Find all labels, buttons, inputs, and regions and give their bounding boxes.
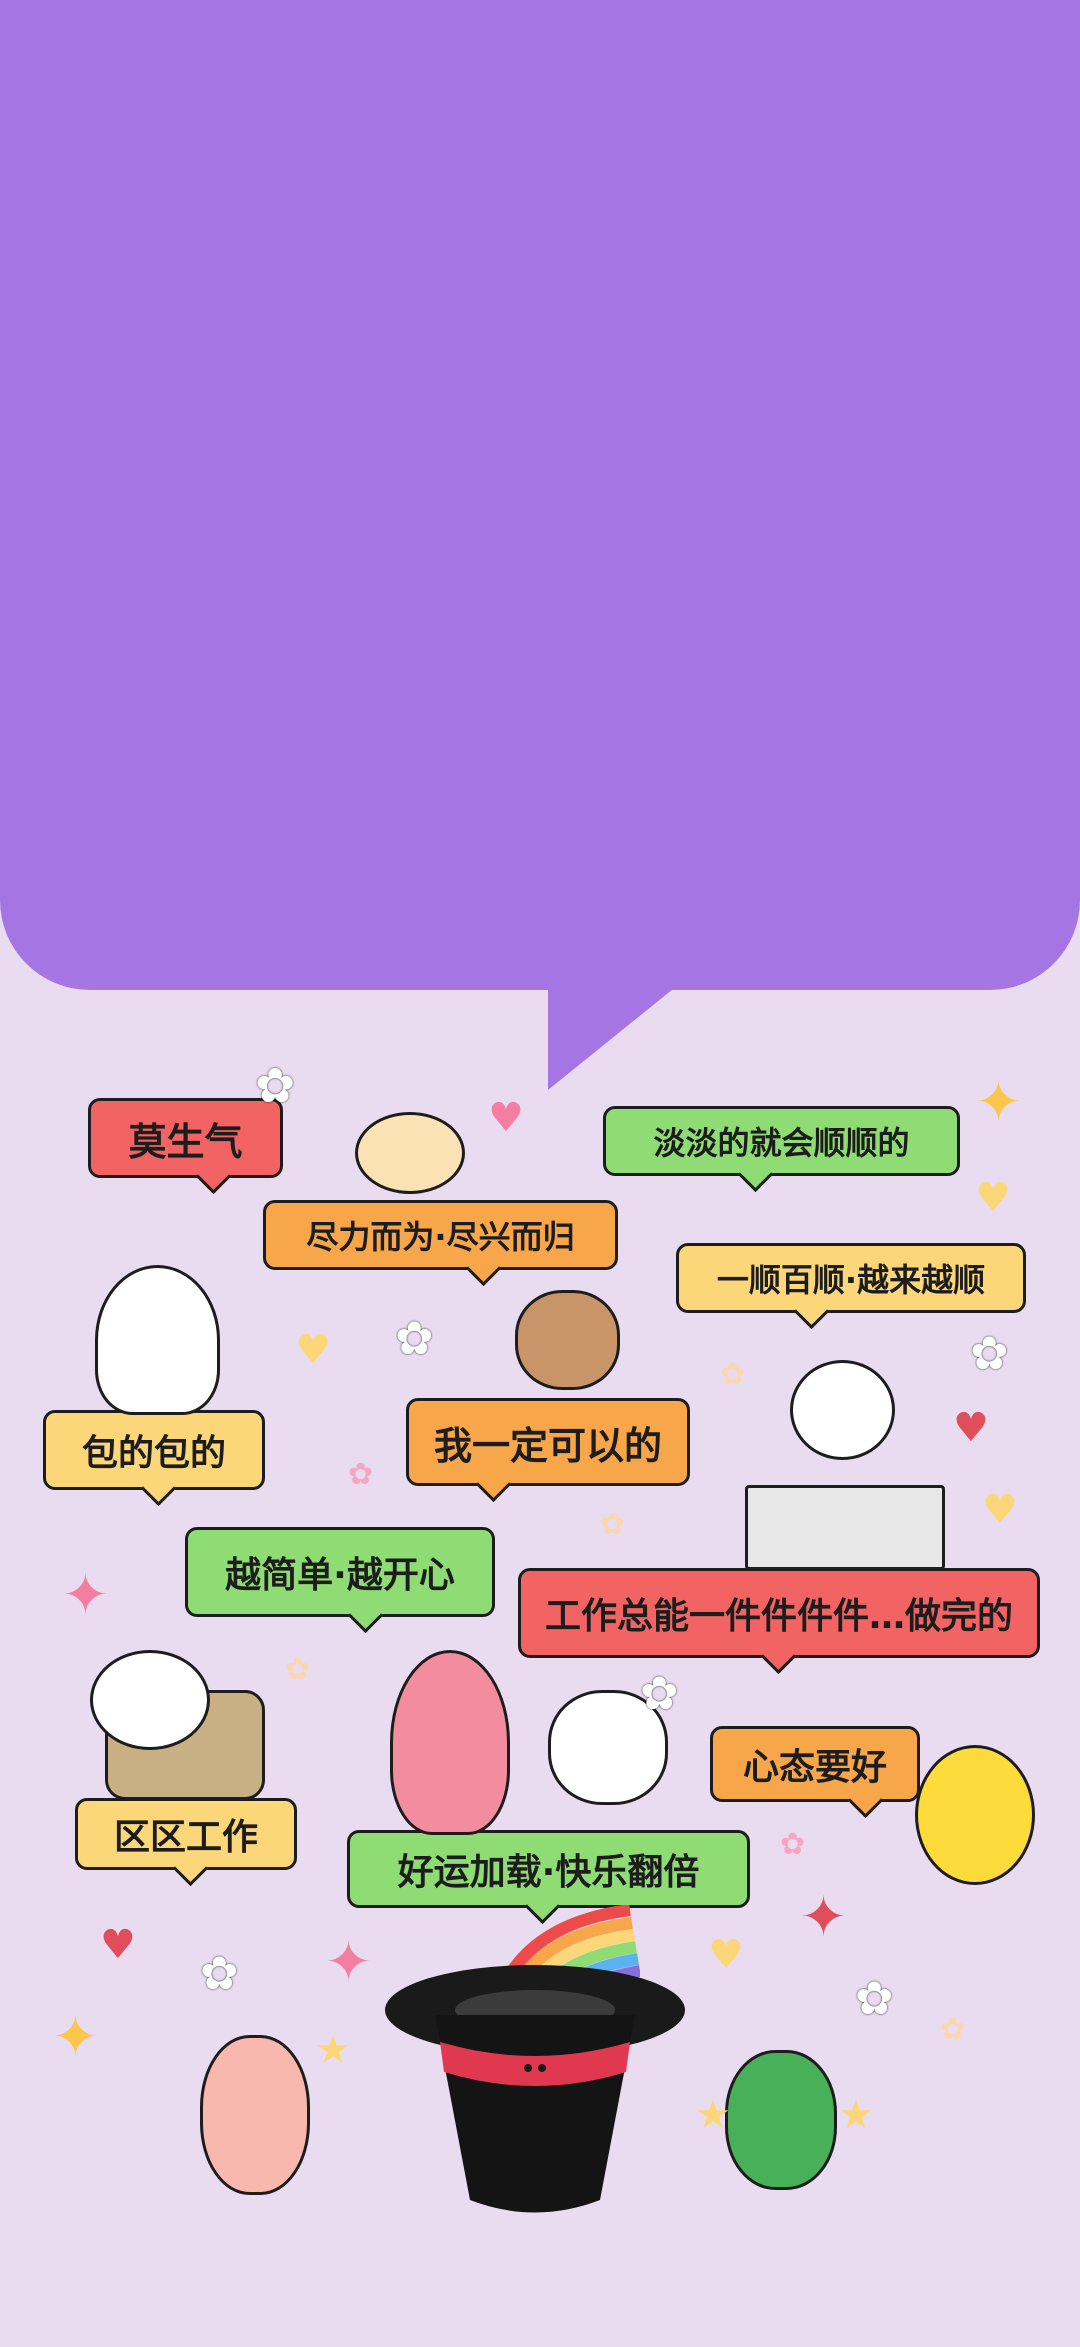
sparkle-icon: ★ — [695, 2092, 731, 2138]
heart-icon: ♥ — [708, 1932, 744, 1978]
sparkle-icon: ★ — [315, 2027, 351, 2073]
bubble-jin-li-er-wei: 尽力而为·尽兴而归 — [263, 1200, 618, 1287]
pig-wand-character — [200, 2035, 310, 2195]
heart-icon: ♥ — [488, 1095, 524, 1141]
dog-character — [515, 1290, 620, 1390]
hooded-kid-yellow-character — [95, 1265, 220, 1415]
bubble-text: 好运加载·快乐翻倍 — [397, 1852, 700, 1893]
heart-icon: ♥ — [953, 1405, 989, 1451]
heart-icon: ♥ — [295, 1327, 331, 1373]
flower-icon: ✿ — [640, 1666, 679, 1720]
sparkle-icon: ✦ — [62, 1563, 109, 1628]
flower-icon: ✿ — [200, 1946, 239, 2000]
flower-icon: ✿ — [285, 1652, 311, 1687]
bubble-text: 莫生气 — [128, 1119, 243, 1164]
purple-speech-tail — [548, 985, 678, 1090]
bubble-text: 区区工作 — [113, 1817, 258, 1858]
panda-character — [90, 1650, 210, 1750]
bubble-mo-sheng-qi: 莫生气 — [88, 1098, 283, 1195]
bunny-character — [390, 1650, 510, 1835]
flower-icon: ✿ — [855, 1971, 894, 2025]
bubble-wo-yi-ding: 我一定可以的 — [406, 1398, 690, 1503]
bubble-text: 淡淡的就会顺顺的 — [653, 1124, 910, 1162]
bubble-hao-yun-jia-zai: 好运加载·快乐翻倍 — [347, 1830, 750, 1925]
frog-character — [725, 2050, 837, 2190]
bubble-gong-zuo-zong-neng: 工作总能一件件件件…做完的 — [518, 1568, 1040, 1675]
sparkle-icon: ✦ — [325, 1930, 372, 1995]
pig-character — [355, 1112, 465, 1194]
flower-icon: ✿ — [720, 1357, 746, 1392]
flower-icon: ✿ — [255, 1058, 296, 1114]
magic-hat-icon — [385, 1965, 685, 2213]
flower-icon: ✿ — [780, 1827, 806, 1862]
chick-character — [915, 1745, 1035, 1885]
sparkle-icon: ✦ — [975, 1070, 1022, 1135]
bubble-yi-shun-bai-shun: 一顺百顺·越来越顺 — [676, 1243, 1026, 1330]
flower-icon: ✿ — [395, 1311, 434, 1365]
bubble-dan-dan: 淡淡的就会顺顺的 — [603, 1106, 960, 1193]
bubble-bao-de: 包的包的 — [43, 1410, 265, 1507]
desk-icon — [745, 1485, 945, 1570]
sparkle-icon: ✦ — [800, 1885, 847, 1950]
bubble-qu-qu-gong-zuo: 区区工作 — [75, 1798, 297, 1887]
heart-icon: ♥ — [975, 1175, 1011, 1221]
bubble-text: 工作总能一件件件件…做完的 — [544, 1596, 1013, 1637]
sparkle-icon: ✦ — [52, 2005, 99, 2070]
heart-icon: ♥ — [982, 1487, 1018, 1533]
bubble-text: 越简单·越开心 — [225, 1555, 455, 1596]
bubble-xin-tai-yao-hao: 心态要好 — [710, 1726, 920, 1819]
bubble-text: 我一定可以的 — [433, 1423, 662, 1468]
bubble-text: 尽力而为·尽兴而归 — [306, 1218, 575, 1256]
desk-kid-character — [790, 1360, 895, 1460]
purple-speech-bubble — [0, 0, 1080, 990]
flower-icon: ✿ — [970, 1326, 1009, 1380]
sparkle-icon: ★ — [838, 2092, 874, 2138]
bubble-text: 包的包的 — [81, 1433, 226, 1474]
flower-icon: ✿ — [940, 2012, 966, 2047]
bubble-yue-jian-dan: 越简单·越开心 — [185, 1527, 495, 1634]
flower-icon: ✿ — [600, 1507, 626, 1542]
bubble-text: 一顺百顺·越来越顺 — [716, 1261, 986, 1299]
heart-icon: ♥ — [100, 1922, 136, 1968]
flower-icon: ✿ — [348, 1457, 374, 1492]
